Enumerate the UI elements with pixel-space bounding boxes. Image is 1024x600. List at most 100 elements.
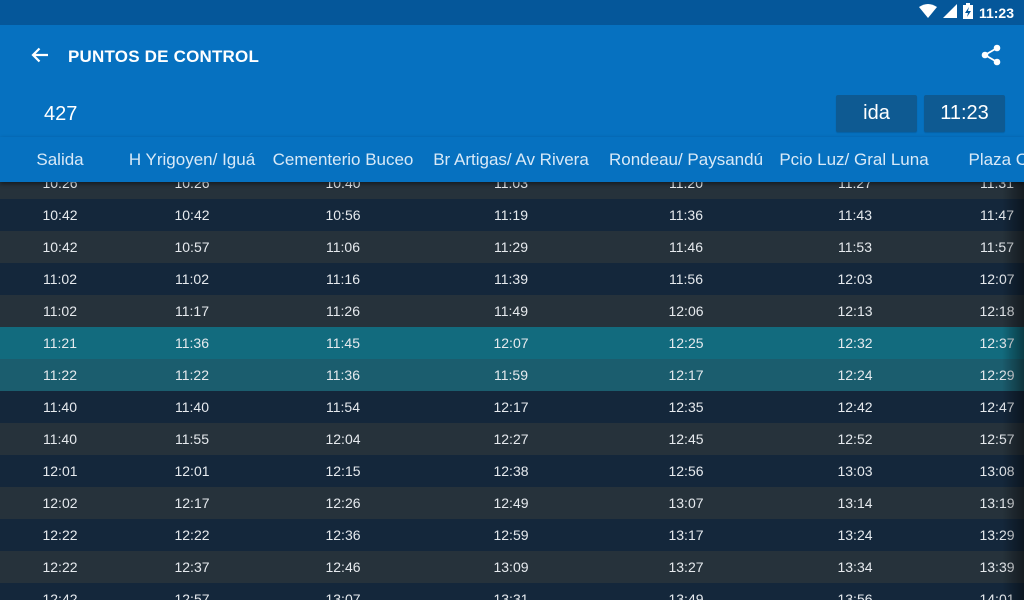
table-cell: 13:49 (668, 591, 704, 600)
table-row: 12:01 12:01 12:15 12:38 12:56 13:03 13:0… (0, 455, 1024, 487)
column-header: Salida (36, 150, 84, 169)
share-icon (981, 44, 1001, 70)
app-bar: PUNTOS DE CONTROL 427 ida 11:23 (0, 25, 1024, 137)
table-cell: 12:57 (979, 431, 1015, 447)
table-cell: 11:36 (326, 367, 360, 383)
table-cell: 11:17 (175, 303, 209, 319)
table-cell: 11:26 (326, 303, 360, 319)
table-cell: 11:40 (43, 399, 77, 415)
table-cell: 11:06 (326, 239, 360, 255)
table-cell: 13:08 (979, 463, 1015, 479)
table-cell: 13:56 (837, 591, 873, 600)
share-button[interactable] (978, 43, 1004, 71)
table-cell: 11:16 (326, 271, 360, 287)
table-cell: 13:24 (837, 527, 873, 543)
table-cell: 12:29 (979, 367, 1015, 383)
back-arrow-icon (31, 47, 49, 67)
table-cell: 13:19 (979, 495, 1015, 511)
direction-selector[interactable]: ida (836, 95, 917, 132)
table-cell: 14:01 (979, 591, 1015, 600)
table-cell: 11:46 (669, 239, 703, 255)
table-cell: 12:17 (493, 399, 529, 415)
table-cell: 11:40 (175, 399, 209, 415)
table-cell: 12:32 (837, 335, 873, 351)
table-row: 10:42 10:42 10:56 11:19 11:36 11:43 11:4… (0, 199, 1024, 231)
table-cell: 12:56 (668, 463, 704, 479)
table-cell: 12:15 (325, 463, 361, 479)
table-cell: 11:47 (980, 207, 1014, 223)
table-row-highlighted: 11:22 11:22 11:36 11:59 12:17 12:24 12:2… (0, 359, 1024, 391)
table-cell: 13:14 (837, 495, 873, 511)
table-cell: 11:40 (43, 431, 77, 447)
table-cell: 11:53 (838, 239, 872, 255)
table-row: 11:02 11:02 11:16 11:39 11:56 12:03 12:0… (0, 263, 1024, 295)
table-cell: 10:56 (325, 207, 361, 223)
table-cell: 11:45 (326, 335, 360, 351)
schedule-table[interactable]: 10:26 10:26 10:40 11:03 11:20 11:27 11:3… (0, 167, 1024, 600)
table-row: 12:22 12:22 12:36 12:59 13:17 13:24 13:2… (0, 519, 1024, 551)
table-row: 12:22 12:37 12:46 13:09 13:27 13:34 13:3… (0, 551, 1024, 583)
table-cell: 11:02 (175, 271, 209, 287)
table-cell: 11:29 (494, 239, 528, 255)
status-bar: 11:23 (0, 0, 1024, 25)
table-cell: 13:03 (837, 463, 873, 479)
battery-charging-icon (962, 2, 973, 23)
wifi-icon (918, 3, 937, 22)
table-row: 11:40 11:40 11:54 12:17 12:35 12:42 12:4… (0, 391, 1024, 423)
page-title: PUNTOS DE CONTROL (68, 47, 260, 66)
column-header: Cementerio Buceo (272, 150, 414, 169)
table-cell: 12:46 (325, 559, 361, 575)
table-cell: 12:27 (493, 431, 529, 447)
table-cell: 10:42 (42, 207, 78, 223)
table-row: 12:42 12:57 13:07 13:31 13:49 13:56 14:0… (0, 583, 1024, 600)
table-cell: 12:49 (493, 495, 529, 511)
table-cell: 12:03 (837, 271, 873, 287)
table-row: 12:02 12:17 12:26 12:49 13:07 13:14 13:1… (0, 487, 1024, 519)
table-row-highlighted: 11:21 11:36 11:45 12:07 12:25 12:32 12:3… (0, 327, 1024, 359)
table-cell: 11:22 (43, 367, 77, 383)
table-cell: 11:54 (326, 399, 360, 415)
table-cell: 11:57 (980, 239, 1014, 255)
table-cell: 11:36 (175, 335, 209, 351)
table-cell: 12:35 (668, 399, 704, 415)
table-cell: 11:21 (43, 335, 77, 351)
time-selector[interactable]: 11:23 (924, 95, 1005, 132)
table-cell: 12:07 (979, 271, 1015, 287)
table-cell: 12:22 (42, 527, 78, 543)
table-cell: 12:47 (979, 399, 1015, 415)
table-cell: 13:07 (668, 495, 704, 511)
table-cell: 12:02 (42, 495, 78, 511)
column-header: Br Artigas/ Av Rivera (433, 150, 589, 169)
table-cell: 12:22 (174, 527, 210, 543)
table-cell: 12:24 (837, 367, 873, 383)
table-cell: 12:01 (174, 463, 210, 479)
back-button[interactable] (24, 45, 56, 69)
table-cell: 11:49 (494, 303, 528, 319)
column-header: H Yrigoyen/ Iguá (128, 150, 256, 169)
table-cell: 12:06 (668, 303, 704, 319)
table-cell: 12:37 (174, 559, 210, 575)
table-cell: 12:04 (325, 431, 361, 447)
status-icons: 11:23 (918, 0, 1014, 25)
table-cell: 12:52 (837, 431, 873, 447)
table-cell: 12:26 (325, 495, 361, 511)
table-cell: 12:45 (668, 431, 704, 447)
line-number: 427 (44, 103, 78, 125)
table-cell: 13:34 (837, 559, 873, 575)
table-cell: 13:31 (493, 591, 529, 600)
table-cell: 12:18 (979, 303, 1015, 319)
table-cell: 11:43 (838, 207, 872, 223)
table-cell: 12:42 (837, 399, 873, 415)
table-cell: 12:22 (42, 559, 78, 575)
table-cell: 13:29 (979, 527, 1015, 543)
column-header: Plaza Cu (968, 150, 1024, 169)
table-row: 11:02 11:17 11:26 11:49 12:06 12:13 12:1… (0, 295, 1024, 327)
table-cell: 11:22 (175, 367, 209, 383)
table-cell: 12:37 (979, 335, 1015, 351)
table-cell: 12:01 (42, 463, 78, 479)
table-cell: 10:42 (42, 239, 78, 255)
table-cell: 11:19 (494, 207, 528, 223)
column-header: Rondeau/ Paysandú (608, 150, 764, 169)
table-cell: 13:27 (668, 559, 704, 575)
status-time: 11:23 (978, 4, 1014, 21)
